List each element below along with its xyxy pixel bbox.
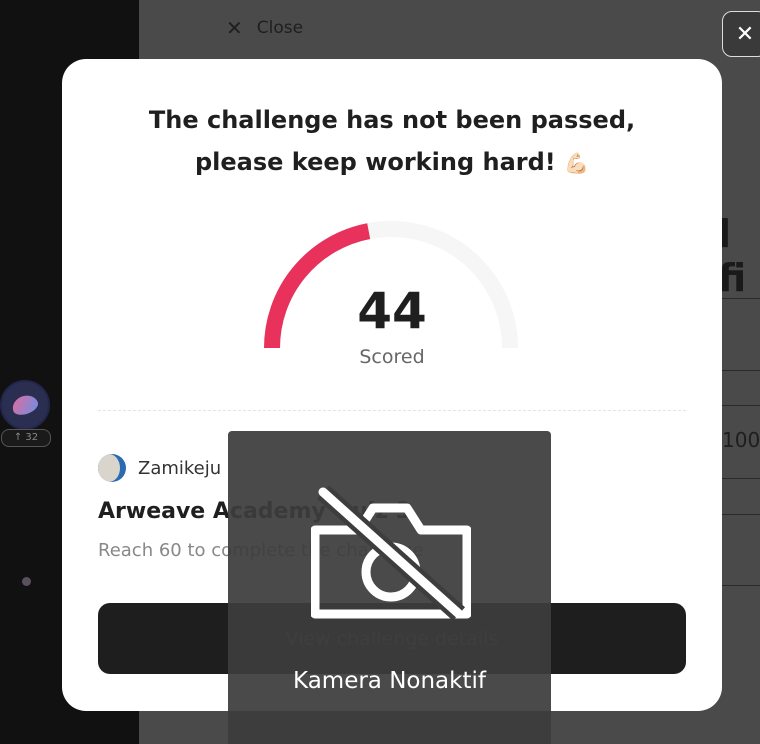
flexed-biceps-icon: 💪🏻 [564,151,589,175]
background-divider [722,370,760,371]
creator[interactable]: Zamikeju [98,454,221,482]
creator-name: Zamikeju [138,457,222,479]
result-headline: The challenge has not been passed, pleas… [62,99,722,184]
background-close-link[interactable]: ✕ Close [226,16,303,40]
background-divider [722,405,760,406]
avatar-logo-icon [9,392,41,418]
close-icon: ✕ [226,16,243,40]
background-divider [722,298,760,299]
user-score-badge: ↑ 32 [1,429,51,447]
camera-status-label: Kamera Nonaktif [293,668,486,694]
headline-line-1: The challenge has not been passed, [148,106,636,134]
modal-close-button[interactable]: ✕ [722,11,760,57]
camera-preview-panel: Kamera Nonaktif [228,431,551,744]
headline-line-2: please keep working hard! [194,148,556,176]
background-close-label: Close [256,18,304,38]
timeline-dot [22,577,31,586]
score-value: 44 [357,282,427,340]
user-avatar[interactable] [0,380,50,430]
background-divider [722,585,760,586]
score-label: Scored [359,346,425,368]
background-title-partial: l fi [718,212,747,300]
divider [98,410,686,411]
close-icon: ✕ [735,21,755,47]
background-divider [722,478,760,479]
camera-off-icon [311,486,471,621]
creator-avatar [98,454,126,482]
background-divider [722,514,760,515]
background-value-partial: 100 [722,428,760,452]
